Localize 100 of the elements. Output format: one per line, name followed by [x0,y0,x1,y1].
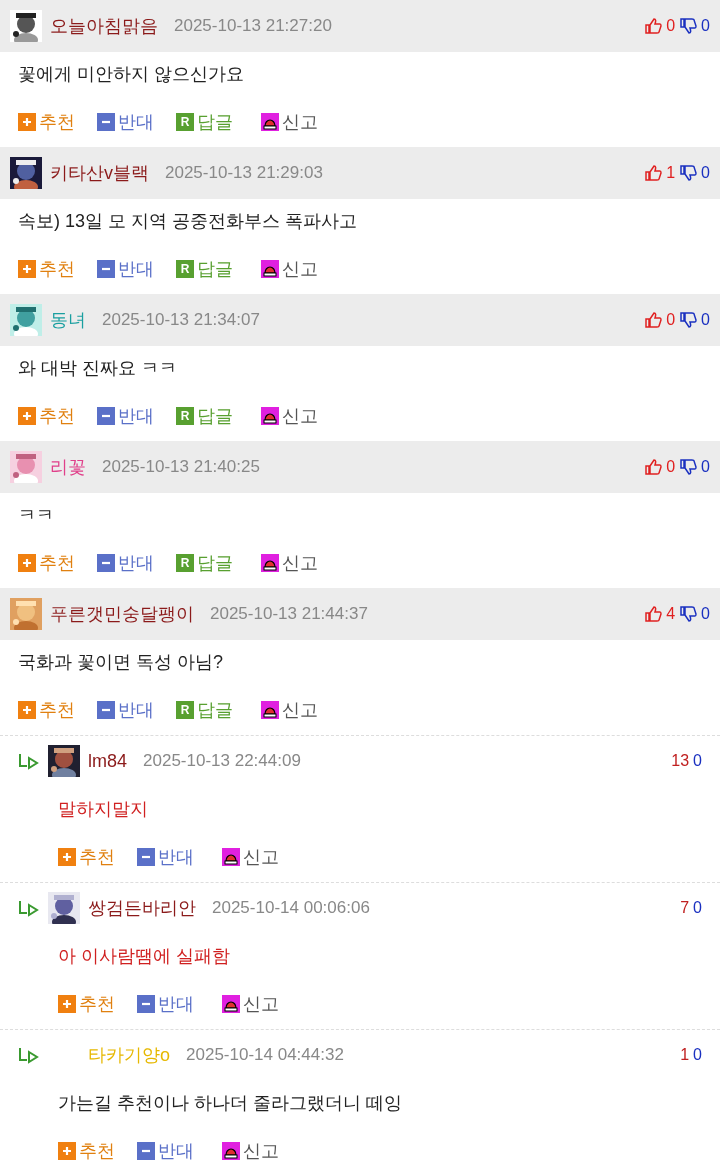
report-link[interactable]: 신고 [261,402,318,430]
author-name[interactable]: lm84 [88,747,127,775]
siren-icon [261,407,279,425]
comment-text: ㅋㅋ [18,504,54,527]
oppose-link[interactable]: 반대 [137,843,194,871]
reply-link[interactable]: R 답글 [176,549,233,577]
comment-date: 2025-10-13 22:44:09 [143,750,301,773]
comment-date: 2025-10-14 04:44:32 [186,1044,344,1067]
recommend-link[interactable]: 추천 [18,108,75,136]
upvote-count: 1 [666,163,676,183]
plus-icon [18,554,36,572]
author-name[interactable]: 키타산v블랙 [50,159,149,187]
siren-icon [261,113,279,131]
comment-text: 아 이사람땜에 실패함 [58,944,230,968]
minus-icon [97,701,115,719]
minus-icon [97,554,115,572]
report-link[interactable]: 신고 [222,990,279,1018]
reply-link[interactable]: R 답글 [176,108,233,136]
comment-text: 국화과 꽃이면 독성 아님? [18,651,223,674]
downvote-count: 0 [693,1045,702,1065]
comment-date: 2025-10-13 21:29:03 [165,162,323,185]
reply-arrow-icon [18,752,40,770]
reply-arrow-icon [18,1046,40,1064]
reply-icon: R [176,701,194,719]
upvote-count: 0 [666,16,676,36]
report-link[interactable]: 신고 [261,696,318,724]
siren-icon [261,554,279,572]
downvote-count: 0 [693,898,702,918]
comment-text: 가는길 추천이나 하나더 줄라그랬더니 떼잉 [58,1091,402,1115]
oppose-link[interactable]: 반대 [97,108,154,136]
thumbs-down-icon [679,164,698,182]
minus-icon [97,113,115,131]
reply-arrow-icon [18,899,40,917]
reply-link[interactable]: R 답글 [176,402,233,430]
minus-icon [137,995,155,1013]
recommend-link[interactable]: 추천 [18,549,75,577]
comment-text: 말하지말지 [58,797,148,821]
reply-icon: R [176,407,194,425]
upvote-count: 13 [671,751,690,771]
reply-icon: R [176,554,194,572]
plus-icon [58,848,76,866]
plus-icon [58,995,76,1013]
reply-link[interactable]: R 답글 [176,696,233,724]
downvote-count: 0 [701,310,710,330]
recommend-link[interactable]: 추천 [58,843,115,871]
upvote-count: 0 [666,310,676,330]
recommend-link[interactable]: 추천 [58,1137,115,1165]
report-link[interactable]: 신고 [261,549,318,577]
recommend-link[interactable]: 추천 [18,402,75,430]
author-name[interactable]: 리꽃 [50,453,86,481]
recommend-link[interactable]: 추천 [58,990,115,1018]
reply-icon: R [176,113,194,131]
author-name[interactable]: 푸른갯민숭달팽이 [50,600,194,628]
siren-icon [222,1142,240,1160]
oppose-link[interactable]: 반대 [97,402,154,430]
downvote-count: 0 [693,751,702,771]
downvote-count: 0 [701,604,710,624]
thumbs-up-icon [644,164,663,182]
downvote-count: 0 [701,457,710,477]
oppose-link[interactable]: 반대 [137,1137,194,1165]
report-link[interactable]: 신고 [261,108,318,136]
oppose-link[interactable]: 반대 [97,696,154,724]
comment-date: 2025-10-13 21:27:20 [174,15,332,38]
minus-icon [97,407,115,425]
plus-icon [18,113,36,131]
report-link[interactable]: 신고 [222,843,279,871]
author-name[interactable]: 오늘아침맑음 [50,12,158,40]
recommend-link[interactable]: 추천 [18,255,75,283]
upvote-count: 1 [680,1045,690,1065]
upvote-count: 4 [666,604,676,624]
reply-icon: R [176,260,194,278]
minus-icon [97,260,115,278]
siren-icon [222,848,240,866]
thumbs-up-icon [644,605,663,623]
thumbs-down-icon [679,605,698,623]
thumbs-down-icon [679,458,698,476]
report-link[interactable]: 신고 [222,1137,279,1165]
oppose-link[interactable]: 반대 [97,255,154,283]
oppose-link[interactable]: 반대 [137,990,194,1018]
author-name[interactable]: 동녀 [50,306,86,334]
oppose-link[interactable]: 반대 [97,549,154,577]
report-link[interactable]: 신고 [261,255,318,283]
comment-date: 2025-10-13 21:34:07 [102,309,260,332]
minus-icon [137,1142,155,1160]
upvote-count: 7 [680,898,690,918]
siren-icon [222,995,240,1013]
author-name[interactable]: 쌍검든바리안 [88,894,196,922]
reply-link[interactable]: R 답글 [176,255,233,283]
comment-date: 2025-10-14 00:06:06 [212,897,370,920]
comment-text: 속보) 13일 모 지역 공중전화부스 폭파사고 [18,210,358,233]
plus-icon [58,1142,76,1160]
plus-icon [18,260,36,278]
downvote-count: 0 [701,163,710,183]
recommend-link[interactable]: 추천 [18,696,75,724]
siren-icon [261,260,279,278]
comment-date: 2025-10-13 21:40:25 [102,456,260,479]
plus-icon [18,407,36,425]
plus-icon [18,701,36,719]
downvote-count: 0 [701,16,710,36]
siren-icon [261,701,279,719]
